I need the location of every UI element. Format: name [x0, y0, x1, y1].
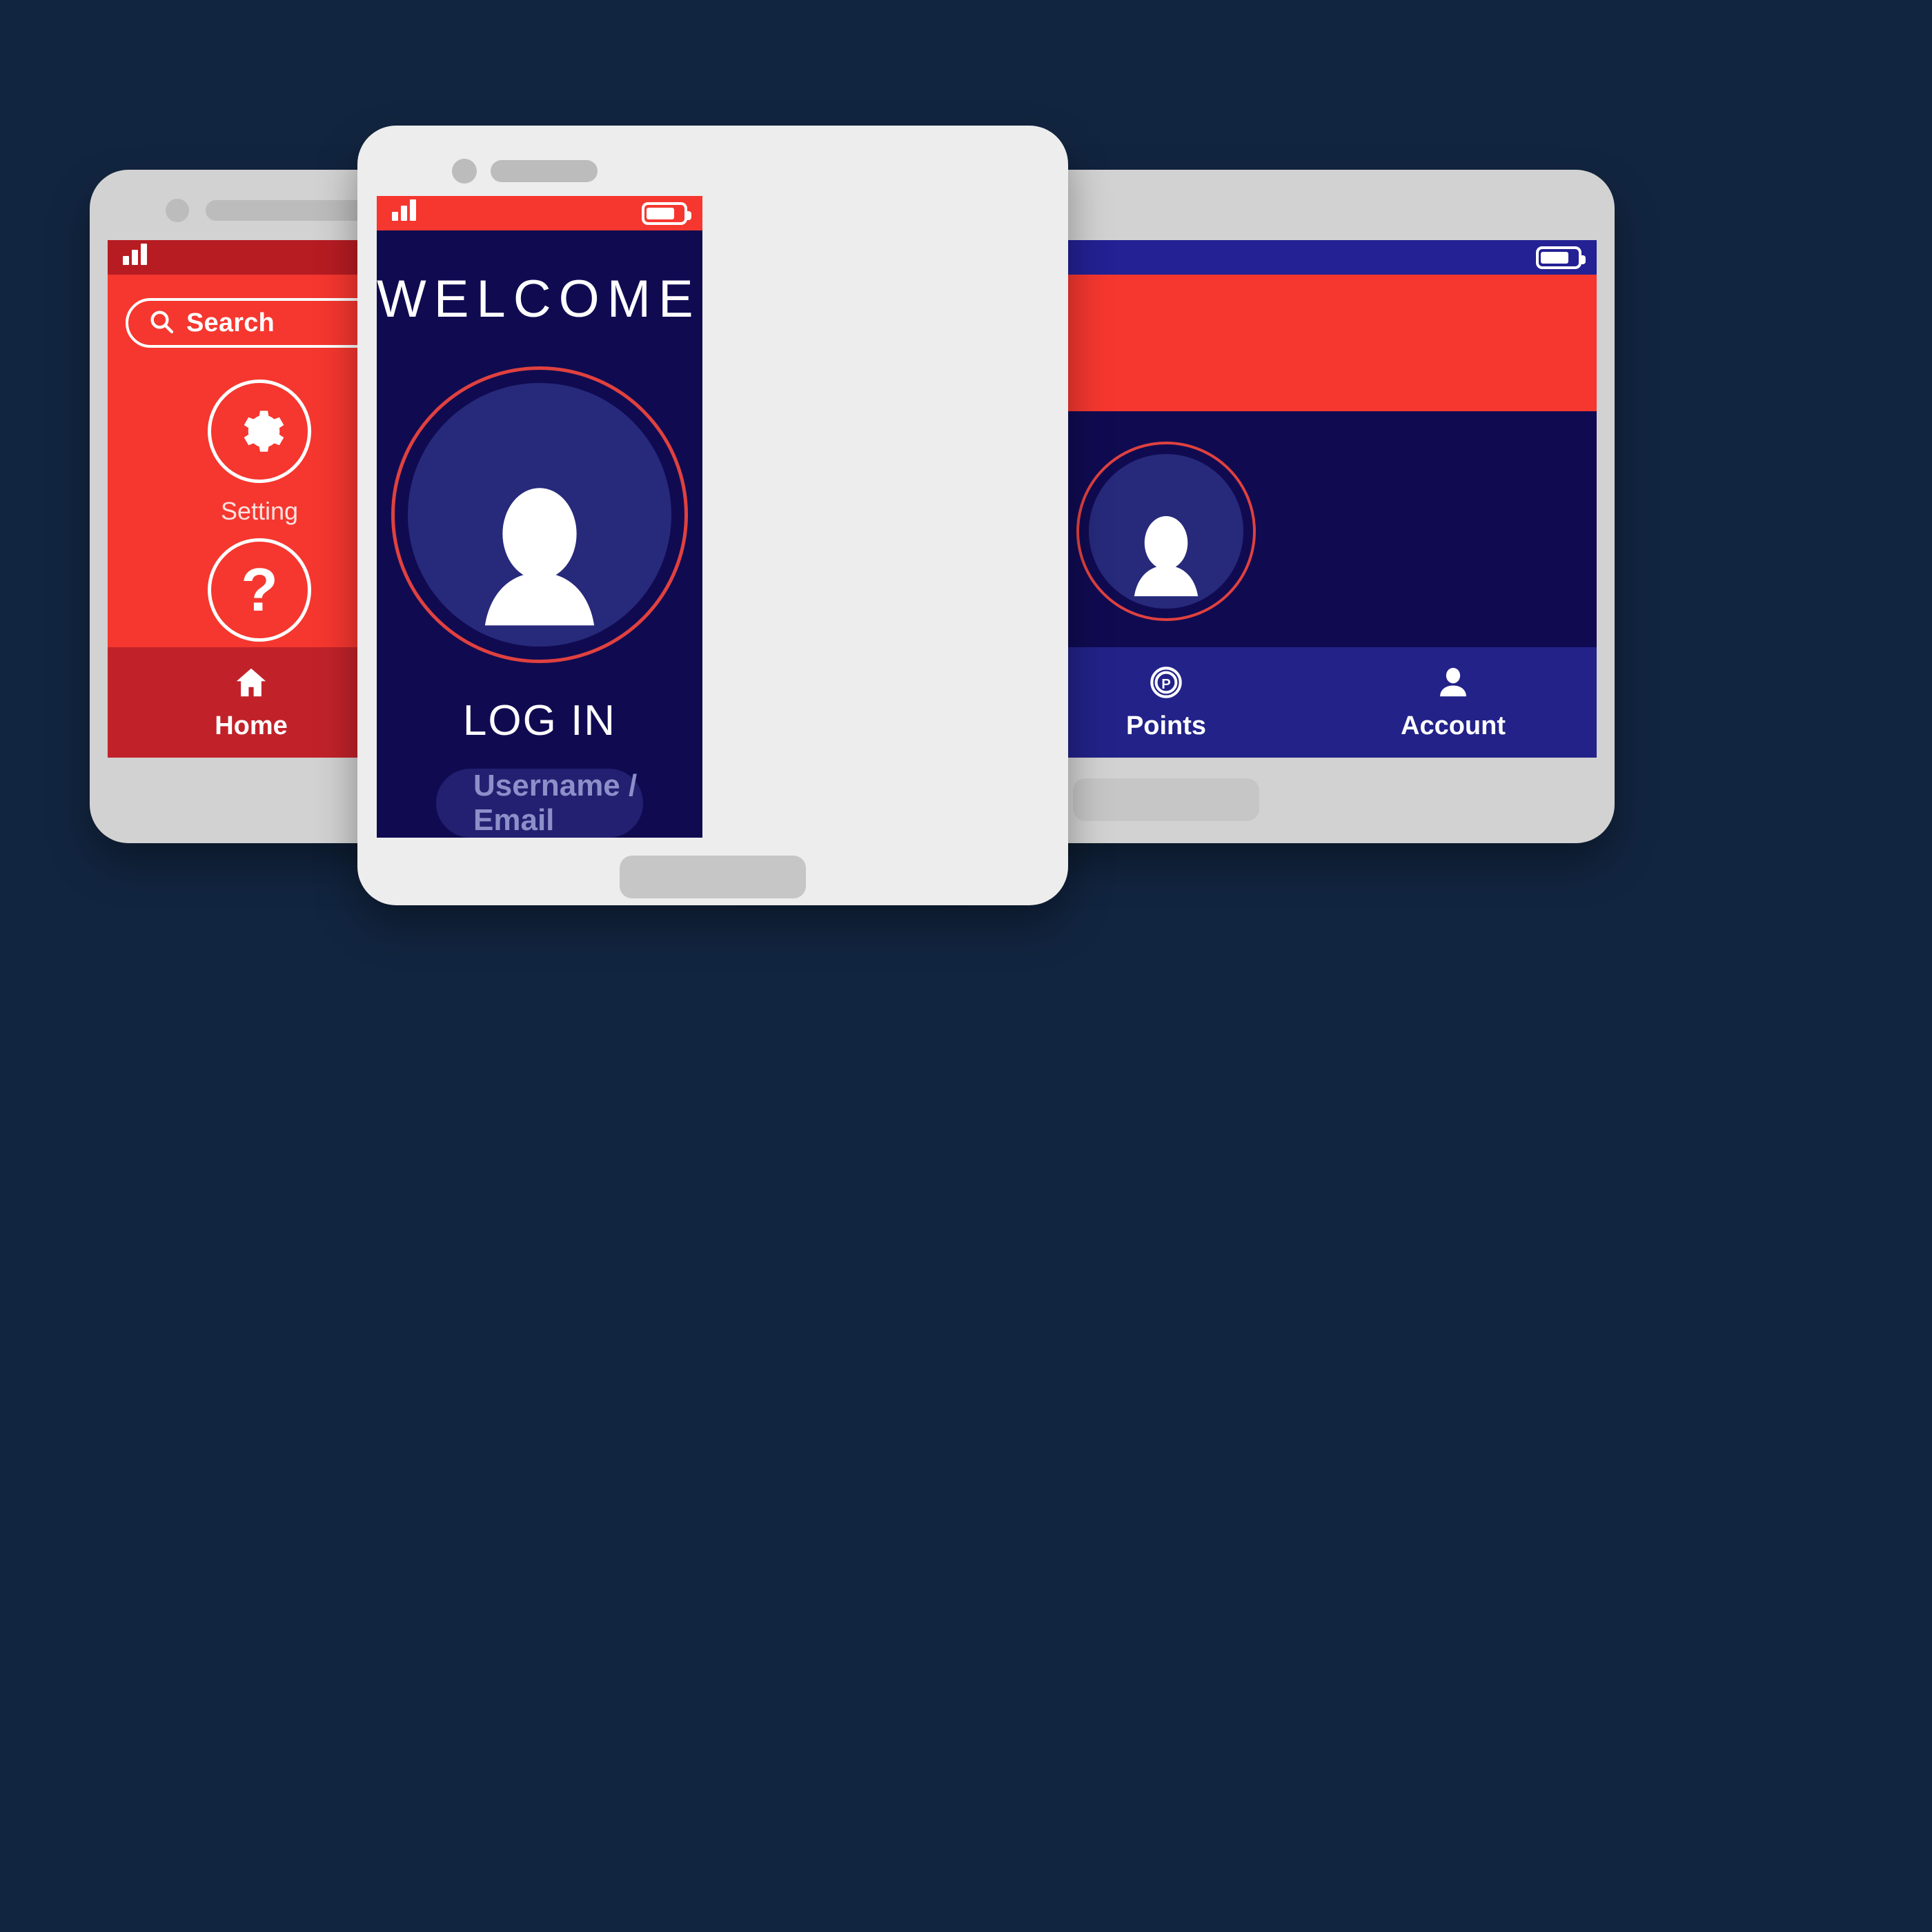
welcome-title: WELCOME!: [377, 270, 702, 328]
earpiece-speaker: [491, 160, 598, 182]
tab-label: Points: [1125, 711, 1207, 740]
login-title: LOG IN: [462, 697, 617, 745]
center-phone-screen: WELCOME! LOG IN Username / Email Passwor…: [377, 196, 702, 838]
home-icon: [233, 664, 270, 704]
gear-icon: [208, 379, 311, 483]
tab-label: Account: [1401, 711, 1506, 740]
user-avatar-icon: [1089, 454, 1243, 609]
grid-label: Setting: [220, 497, 299, 525]
user-avatar-icon: [408, 383, 671, 647]
front-camera: [452, 159, 477, 184]
points-p-icon: P: [1147, 664, 1185, 704]
center-phone-frame: WELCOME! LOG IN Username / Email Passwor…: [357, 126, 1068, 905]
front-camera: [166, 199, 189, 222]
person-icon: [1435, 664, 1472, 704]
battery-icon: [1536, 246, 1586, 269]
earpiece-speaker: [206, 200, 382, 221]
search-icon: [148, 308, 175, 339]
svg-text:P: P: [1161, 677, 1171, 692]
username-placeholder: Username / Email: [473, 769, 638, 837]
tab-label: Home: [215, 711, 288, 740]
battery-icon: [642, 201, 691, 225]
sidebar-item-home[interactable]: Home: [108, 647, 395, 758]
right-home-button[interactable]: [1073, 778, 1259, 821]
signal-bars-icon: [123, 240, 147, 275]
avatar-ring: [391, 366, 688, 663]
center-home-button[interactable]: [620, 856, 806, 898]
center-status-bar: [377, 196, 702, 230]
login-avatar: [377, 366, 702, 663]
signal-bars-icon: [392, 196, 416, 230]
sidebar-item-account[interactable]: Account: [1310, 647, 1597, 758]
question-mark-icon: ?: [208, 538, 311, 642]
avatar-ring: [1076, 442, 1256, 621]
search-placeholder: Search: [186, 308, 275, 337]
username-field[interactable]: Username / Email: [436, 769, 643, 838]
